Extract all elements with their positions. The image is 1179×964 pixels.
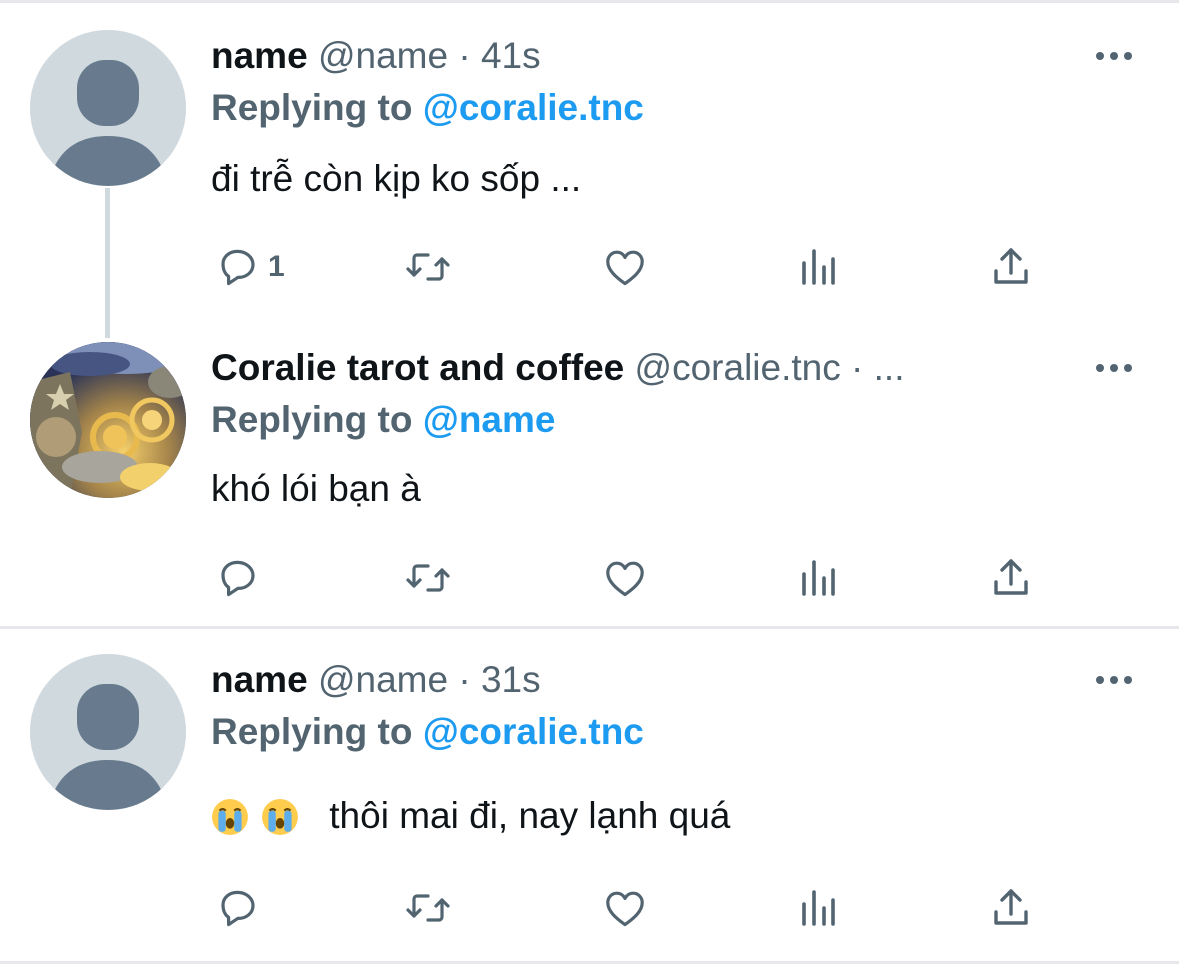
separator: · ... [851, 347, 905, 388]
share-button[interactable] [987, 242, 1035, 292]
analytics-icon [802, 249, 835, 285]
analytics-icon [802, 890, 835, 926]
tweet-text: khó lói bạn à [211, 468, 421, 509]
analytics-button[interactable] [794, 242, 842, 292]
action-bar: 1 [0, 242, 1179, 292]
tweet-text-line: thôi mai đi, nay lạnh quá [211, 793, 730, 839]
analytics-icon [802, 560, 835, 596]
like-icon [606, 250, 644, 286]
reply-button[interactable] [214, 553, 262, 603]
default-avatar-icon [30, 30, 186, 186]
display-name[interactable]: name [211, 35, 308, 76]
replying-handle-link[interactable]: @name [423, 399, 556, 440]
user-handle[interactable]: @name [318, 659, 448, 700]
retweet-icon [406, 564, 450, 592]
tweet-2[interactable]: Coralie tarot and coffee @coralie.tnc · … [0, 330, 1179, 625]
display-name[interactable]: name [211, 659, 308, 700]
action-bar [0, 553, 1179, 603]
tweet-header: name @name · 41s [211, 34, 1079, 78]
share-icon [994, 559, 1028, 595]
retweet-icon [406, 253, 450, 281]
separator: · [458, 35, 471, 76]
more-icon[interactable] [1096, 358, 1136, 378]
more-icon[interactable] [1096, 670, 1136, 690]
tweet-3[interactable]: name @name · 31s Replying to @coralie.tn… [0, 629, 1179, 961]
reply-icon [221, 560, 255, 597]
timestamp[interactable]: 41s [481, 35, 541, 76]
user-handle[interactable]: @name [318, 35, 448, 76]
like-icon [606, 561, 644, 597]
separator: · [458, 659, 471, 700]
reply-icon [221, 890, 255, 927]
tweet-header: Coralie tarot and coffee @coralie.tnc · … [211, 346, 1079, 390]
replying-label: Replying to [211, 399, 413, 440]
user-handle[interactable]: @coralie.tnc [635, 347, 841, 388]
retweet-button[interactable] [404, 883, 452, 933]
replying-label: Replying to [211, 711, 413, 752]
replying-to: Replying to @coralie.tnc [211, 710, 644, 754]
more-icon[interactable] [1096, 46, 1136, 66]
display-name[interactable]: Coralie tarot and coffee [211, 347, 624, 388]
reply-count: 1 [268, 250, 285, 283]
default-avatar-icon [30, 654, 186, 810]
like-button[interactable] [601, 242, 649, 292]
reply-button[interactable]: 1 [214, 242, 285, 292]
share-icon [994, 248, 1028, 284]
avatar-default[interactable] [30, 654, 186, 810]
celestial-art-avatar-icon [30, 342, 186, 498]
replying-handle-link[interactable]: @coralie.tnc [423, 711, 644, 752]
tweet-header: name @name · 31s [211, 658, 1079, 702]
tweet-text: thôi mai đi, nay lạnh quá [329, 795, 731, 836]
replying-label: Replying to [211, 87, 413, 128]
share-button[interactable] [987, 883, 1035, 933]
retweet-button[interactable] [404, 242, 452, 292]
share-button[interactable] [987, 553, 1035, 603]
replying-to: Replying to @name [211, 398, 555, 442]
retweet-button[interactable] [404, 553, 452, 603]
share-icon [994, 889, 1028, 925]
retweet-icon [406, 894, 450, 922]
tweet-text: đi trễ còn kịp ko sốp ... [211, 158, 582, 199]
reply-button[interactable] [214, 883, 262, 933]
like-button[interactable] [601, 883, 649, 933]
timestamp[interactable]: 31s [481, 659, 541, 700]
analytics-button[interactable] [794, 553, 842, 603]
reply-icon [221, 249, 255, 286]
avatar-coralie[interactable] [30, 342, 186, 498]
crying-face-emoji-icon [262, 799, 298, 835]
analytics-button[interactable] [794, 883, 842, 933]
like-button[interactable] [601, 553, 649, 603]
action-bar [0, 883, 1179, 933]
avatar-default[interactable] [30, 30, 186, 186]
crying-face-emoji-icon [212, 799, 248, 835]
tweet-1[interactable]: name @name · 41s Replying to @coralie.tn… [0, 0, 1179, 338]
replying-handle-link[interactable]: @coralie.tnc [423, 87, 644, 128]
like-icon [606, 891, 644, 927]
replying-to: Replying to @coralie.tnc [211, 86, 644, 130]
